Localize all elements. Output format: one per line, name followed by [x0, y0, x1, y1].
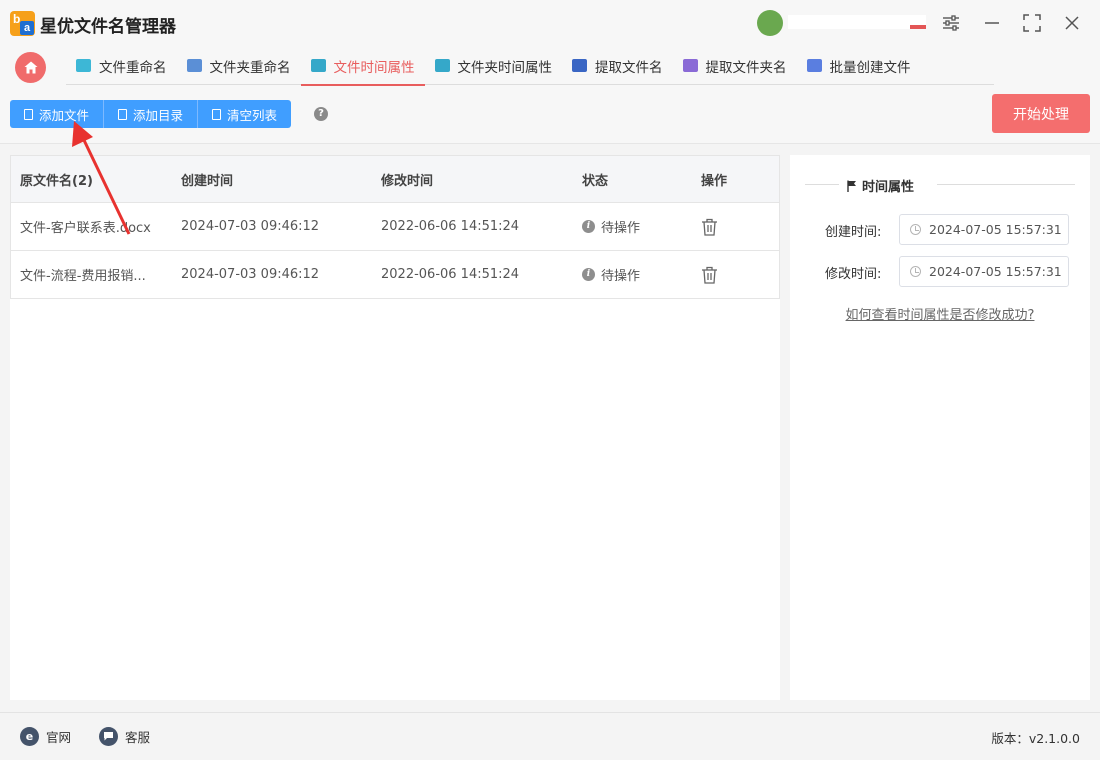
maximize-icon[interactable] [1021, 12, 1043, 34]
info-icon: i [582, 220, 595, 233]
home-icon [24, 61, 37, 74]
tab-extract-file[interactable]: 提取文件名 [562, 46, 673, 85]
close-icon[interactable] [1061, 12, 1083, 34]
add-directory-button[interactable]: 添加目录 [104, 100, 199, 128]
minimize-icon[interactable] [981, 12, 1003, 34]
row-status: i 待操作 [582, 251, 640, 298]
rename-icon [76, 59, 91, 72]
version-text: 版本：v2.1.0.0 [991, 731, 1080, 746]
customer-service-link[interactable]: 客服 [99, 727, 150, 746]
tab-file-rename[interactable]: 文件重命名 [66, 46, 177, 85]
folder-time-icon [434, 59, 450, 72]
tab-strip: 文件重命名 文件夹重命名 文件时间属性 文件夹时间属性 提取文件名 提取文件夹名… [66, 46, 994, 86]
clock-icon [910, 266, 921, 277]
created-time-picker[interactable]: 2024-07-05 15:57:31 [899, 214, 1069, 245]
tab-folder-rename[interactable]: 文件夹重命名 [177, 46, 301, 85]
row-modified: 2022-06-06 14:51:24 [381, 267, 520, 282]
add-file-button[interactable]: 添加文件 [10, 100, 105, 128]
row-created: 2024-07-03 09:46:12 [181, 219, 320, 234]
user-badge [910, 25, 926, 29]
header-created: 创建时间 [181, 173, 234, 189]
delete-row-button[interactable] [701, 203, 718, 250]
toolbar: 添加文件 添加目录 清空列表 ? 开始处理 [0, 88, 1100, 144]
verify-help-link[interactable]: 如何查看时间属性是否修改成功? [790, 304, 1090, 323]
file-table: 原文件名(2) 创建时间 修改时间 状态 操作 文件-客户联系表.docx 20… [10, 155, 780, 700]
user-name-redacted [788, 15, 926, 29]
batch-create-icon [806, 59, 822, 72]
header-status: 状态 [582, 173, 609, 189]
user-avatar[interactable] [757, 10, 783, 36]
tab-file-time[interactable]: 文件时间属性 [300, 46, 425, 86]
row-filename: 文件-流程-费用报销... [20, 269, 146, 284]
divider [805, 184, 839, 185]
divider [937, 184, 1075, 185]
ie-icon: e [20, 727, 39, 746]
tab-bar: 文件重命名 文件夹重命名 文件时间属性 文件夹时间属性 提取文件名 提取文件夹名… [0, 46, 1100, 88]
app-title: 星优文件名管理器 [40, 17, 176, 37]
clear-list-button[interactable]: 清空列表 [198, 100, 292, 128]
info-icon: i [582, 268, 595, 281]
file-icon [118, 108, 128, 120]
clock-icon [910, 224, 921, 235]
app-logo: b a [10, 11, 35, 36]
delete-row-button[interactable] [701, 251, 718, 298]
table-row[interactable]: 文件-客户联系表.docx 2024-07-03 09:46:12 2022-0… [10, 203, 780, 251]
time-attribute-panel: 时间属性 创建时间: 2024-07-05 15:57:31 修改时间: 202… [790, 155, 1090, 700]
created-time-label: 创建时间: [825, 225, 882, 240]
header-modified: 修改时间 [381, 173, 434, 189]
extract-folder-icon [682, 59, 698, 72]
trash-icon [702, 266, 717, 284]
start-processing-button[interactable]: 开始处理 [992, 94, 1090, 133]
row-modified: 2022-06-06 14:51:24 [381, 219, 520, 234]
file-icon [24, 108, 33, 120]
row-created: 2024-07-03 09:46:12 [181, 267, 320, 282]
title-bar: b a 星优文件名管理器 [0, 0, 1100, 46]
help-icon[interactable]: ? [314, 107, 328, 121]
tab-folder-time[interactable]: 文件夹时间属性 [425, 46, 563, 85]
modified-time-picker[interactable]: 2024-07-05 15:57:31 [899, 256, 1069, 287]
row-filename: 文件-客户联系表.docx [20, 221, 151, 236]
trash-icon [212, 108, 222, 120]
file-button-group: 添加文件 添加目录 清空列表 [10, 100, 292, 128]
home-button[interactable] [15, 52, 46, 83]
tab-batch-create[interactable]: 批量创建文件 [797, 46, 921, 85]
table-header: 原文件名(2) 创建时间 修改时间 状态 操作 [10, 155, 780, 203]
website-link[interactable]: e 官网 [20, 727, 71, 746]
section-header: 时间属性 [805, 175, 1075, 195]
header-action: 操作 [701, 173, 728, 189]
section-title: 时间属性 [847, 176, 914, 195]
trash-icon [702, 218, 717, 236]
extract-file-icon [572, 59, 587, 72]
folder-rename-icon [186, 59, 202, 72]
table-row[interactable]: 文件-流程-费用报销... 2024-07-03 09:46:12 2022-0… [10, 251, 780, 299]
chat-icon [99, 727, 118, 746]
header-filename: 原文件名(2) [20, 173, 93, 189]
file-time-icon [310, 59, 326, 72]
settings-icon[interactable] [940, 12, 962, 34]
row-status: i 待操作 [582, 203, 640, 250]
flag-icon [847, 180, 856, 192]
tab-extract-folder[interactable]: 提取文件夹名 [673, 46, 797, 85]
footer: e 官网 客服 版本：v2.1.0.0 [0, 712, 1100, 760]
modified-time-label: 修改时间: [825, 267, 882, 282]
